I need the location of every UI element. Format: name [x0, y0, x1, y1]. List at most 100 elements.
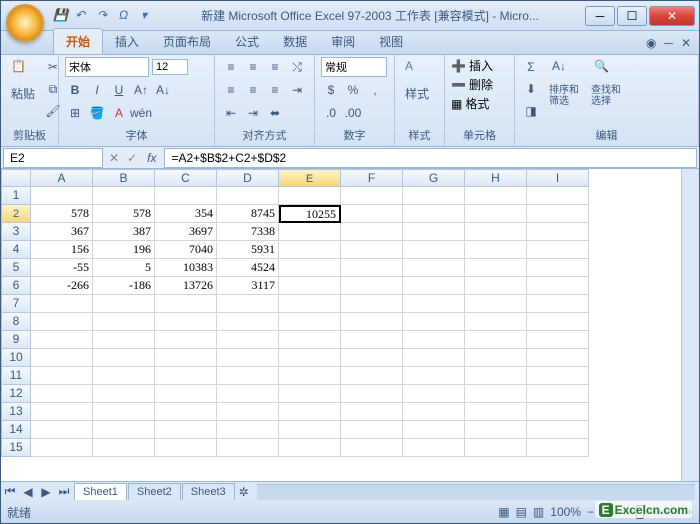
- minimize-button[interactable]: ─: [585, 6, 615, 26]
- cell[interactable]: [527, 385, 589, 403]
- tab-formulas[interactable]: 公式: [223, 29, 271, 54]
- align-left-icon[interactable]: ≡: [221, 80, 241, 100]
- cell[interactable]: [279, 421, 341, 439]
- new-sheet-icon[interactable]: ✲: [235, 483, 253, 501]
- tab-insert[interactable]: 插入: [103, 29, 151, 54]
- cell[interactable]: [403, 205, 465, 223]
- cell[interactable]: [217, 367, 279, 385]
- view-page-layout-icon[interactable]: ▤: [516, 505, 527, 519]
- tab-review[interactable]: 审阅: [319, 29, 367, 54]
- sheet-tab[interactable]: Sheet1: [74, 483, 127, 500]
- cell[interactable]: -266: [31, 277, 93, 295]
- tab-page-layout[interactable]: 页面布局: [151, 29, 223, 54]
- minimize-ribbon-icon[interactable]: ─: [664, 36, 673, 50]
- vertical-scrollbar[interactable]: [681, 169, 699, 481]
- cell[interactable]: [155, 313, 217, 331]
- cell[interactable]: [93, 187, 155, 205]
- row-header[interactable]: 1: [1, 187, 31, 205]
- cell[interactable]: [93, 349, 155, 367]
- cell[interactable]: 10383: [155, 259, 217, 277]
- cell[interactable]: 578: [93, 205, 155, 223]
- cell[interactable]: [155, 331, 217, 349]
- view-normal-icon[interactable]: ▦: [498, 505, 509, 519]
- cell[interactable]: [341, 277, 403, 295]
- cell[interactable]: [93, 367, 155, 385]
- column-header[interactable]: E: [279, 169, 341, 187]
- cell[interactable]: [527, 205, 589, 223]
- cell[interactable]: [341, 259, 403, 277]
- formula-input[interactable]: =A2+$B$2+C2+$D$2: [164, 148, 697, 168]
- cell[interactable]: 4524: [217, 259, 279, 277]
- cell[interactable]: [31, 331, 93, 349]
- cell[interactable]: [341, 385, 403, 403]
- cell[interactable]: [465, 295, 527, 313]
- cell[interactable]: -186: [93, 277, 155, 295]
- cell[interactable]: [217, 331, 279, 349]
- number-format-select[interactable]: 常规: [321, 57, 387, 77]
- select-all-corner[interactable]: [1, 169, 31, 187]
- cell[interactable]: [465, 313, 527, 331]
- column-header[interactable]: D: [217, 169, 279, 187]
- font-color-button[interactable]: A: [109, 103, 129, 123]
- font-grow-icon[interactable]: A↑: [131, 80, 151, 100]
- grid-rows[interactable]: 1257857835487451025533673873697733841561…: [1, 187, 681, 481]
- cell[interactable]: [31, 421, 93, 439]
- cell[interactable]: 367: [31, 223, 93, 241]
- row-header[interactable]: 7: [1, 295, 31, 313]
- cell[interactable]: [403, 241, 465, 259]
- row-header[interactable]: 10: [1, 349, 31, 367]
- cell[interactable]: [403, 295, 465, 313]
- tab-view[interactable]: 视图: [367, 29, 415, 54]
- delete-cells-button[interactable]: ➖删除: [451, 76, 493, 93]
- cell[interactable]: [403, 349, 465, 367]
- cell[interactable]: [341, 367, 403, 385]
- clear-icon[interactable]: ◨: [521, 101, 541, 121]
- undo-icon[interactable]: ↶: [75, 8, 91, 24]
- cell[interactable]: 3697: [155, 223, 217, 241]
- increase-decimal-icon[interactable]: .0: [321, 103, 341, 123]
- cell[interactable]: [341, 421, 403, 439]
- cell[interactable]: [465, 421, 527, 439]
- paste-button[interactable]: 📋 粘贴: [7, 57, 39, 104]
- view-page-break-icon[interactable]: ▥: [533, 505, 544, 519]
- office-button[interactable]: [6, 4, 44, 42]
- cell[interactable]: [217, 295, 279, 313]
- cell[interactable]: [279, 331, 341, 349]
- cell[interactable]: [279, 313, 341, 331]
- cell[interactable]: [279, 385, 341, 403]
- cell[interactable]: [527, 313, 589, 331]
- phonetic-button[interactable]: wén: [131, 103, 151, 123]
- indent-decrease-icon[interactable]: ⇤: [221, 103, 241, 123]
- sheet-nav-prev-icon[interactable]: ◀: [19, 483, 37, 501]
- redo-icon[interactable]: ↷: [97, 8, 113, 24]
- sheet-tab[interactable]: Sheet2: [128, 483, 181, 500]
- cell[interactable]: [403, 421, 465, 439]
- cell[interactable]: 5931: [217, 241, 279, 259]
- row-header[interactable]: 2: [1, 205, 31, 223]
- cell[interactable]: 5: [93, 259, 155, 277]
- tab-data[interactable]: 数据: [271, 29, 319, 54]
- cell[interactable]: [31, 349, 93, 367]
- column-header[interactable]: H: [465, 169, 527, 187]
- cell[interactable]: [217, 403, 279, 421]
- sort-filter-button[interactable]: A↓ 排序和 筛选: [545, 57, 583, 109]
- cell[interactable]: [403, 277, 465, 295]
- cell[interactable]: [465, 403, 527, 421]
- sheet-nav-first-icon[interactable]: ⏮: [1, 483, 19, 501]
- cell[interactable]: [465, 277, 527, 295]
- cell[interactable]: [155, 385, 217, 403]
- cell[interactable]: [527, 223, 589, 241]
- row-header[interactable]: 12: [1, 385, 31, 403]
- cell[interactable]: [465, 331, 527, 349]
- qat-dropdown-icon[interactable]: ▾: [141, 8, 157, 24]
- cell[interactable]: [31, 367, 93, 385]
- help-icon[interactable]: ◉: [646, 36, 656, 50]
- cell[interactable]: [403, 367, 465, 385]
- row-header[interactable]: 14: [1, 421, 31, 439]
- cell[interactable]: [403, 259, 465, 277]
- cell[interactable]: [527, 295, 589, 313]
- cell[interactable]: [93, 331, 155, 349]
- cell[interactable]: 387: [93, 223, 155, 241]
- cell[interactable]: 354: [155, 205, 217, 223]
- cell[interactable]: [341, 205, 403, 223]
